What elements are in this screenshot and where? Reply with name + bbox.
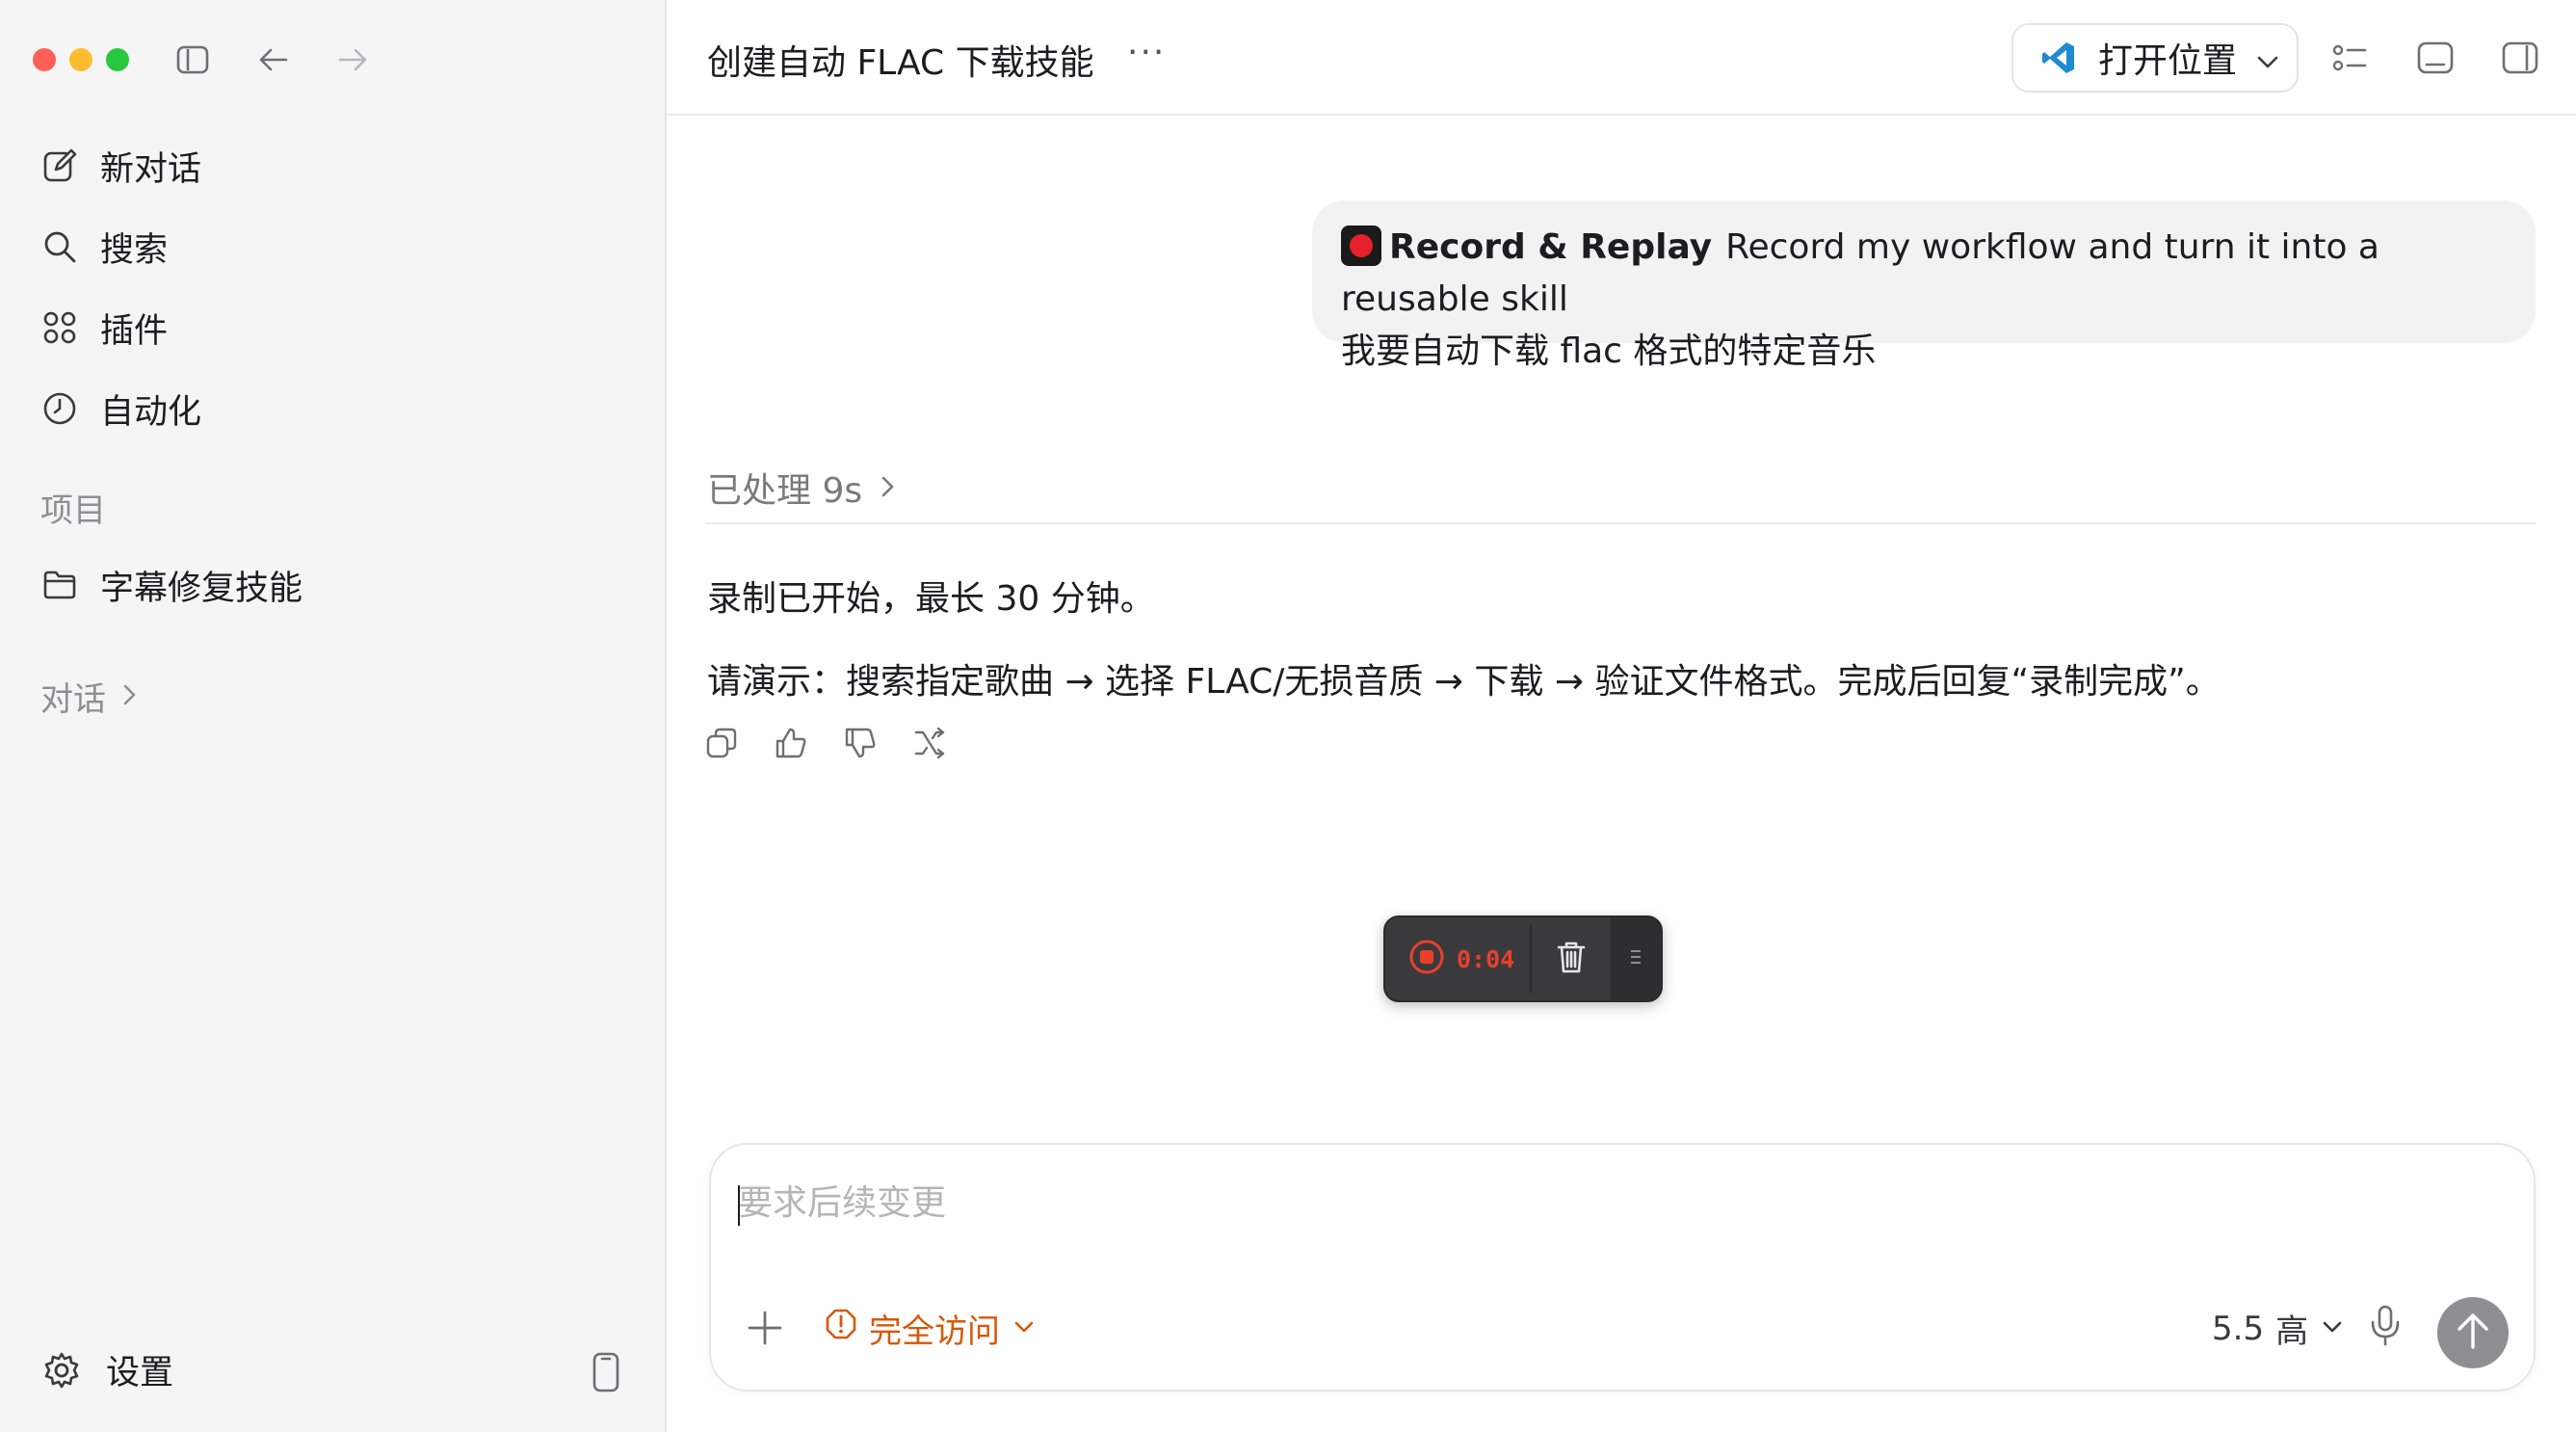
open-location-label: 打开位置 <box>2098 41 2238 81</box>
chevron-down-icon <box>2320 1310 2345 1348</box>
grip-icon <box>1629 945 1643 972</box>
arrow-up-icon <box>2455 1311 2491 1355</box>
user-message-text: 我要自动下载 flac 格式的特定音乐 <box>1341 331 1877 371</box>
task-list-icon[interactable] <box>2329 37 2372 79</box>
copy-icon[interactable] <box>701 723 742 763</box>
microphone-button[interactable] <box>2364 1301 2406 1349</box>
open-location-button[interactable]: 打开位置 <box>2011 23 2299 93</box>
gear-icon <box>39 1347 85 1393</box>
sidebar-item-plugins[interactable]: 插件 <box>39 287 636 368</box>
search-icon <box>39 225 81 268</box>
fork-icon[interactable] <box>909 723 950 763</box>
more-options-button[interactable]: ··· <box>1127 33 1166 72</box>
access-mode-label: 完全访问 <box>869 1313 1000 1351</box>
project-item-label: 字幕修复技能 <box>100 569 303 608</box>
phone-icon[interactable] <box>590 1351 622 1393</box>
record-replay-icon <box>1341 225 1381 266</box>
chevron-down-icon <box>1012 1310 1037 1348</box>
clock-icon <box>39 387 81 430</box>
microphone-icon <box>2364 1305 2406 1353</box>
folder-icon <box>39 564 81 606</box>
edit-icon <box>39 145 81 187</box>
sidebar-toggle-icon[interactable] <box>173 40 212 79</box>
chevron-right-icon <box>878 468 897 508</box>
sidebar-item-automation[interactable]: 自动化 <box>39 368 636 449</box>
assistant-reply-line: 录制已开始，最长 30 分钟。 <box>707 579 1155 619</box>
bottom-panel-toggle-icon[interactable] <box>2414 37 2457 79</box>
user-message-bubble: Record & Replay Record my workflow and tu… <box>1312 200 2536 371</box>
processed-toggle[interactable]: 已处理 9s <box>707 463 897 513</box>
message-actions <box>701 723 950 763</box>
sidebar-item-new-chat[interactable]: 新对话 <box>39 125 636 206</box>
top-bar: 创建自动 FLAC 下载技能 ··· 打开位置 <box>667 0 2576 116</box>
close-window-button[interactable] <box>33 48 56 71</box>
sidebar-item-label: 搜索 <box>100 230 169 270</box>
user-message-skill-line: Record & Replay Record my workflow and tu… <box>1341 222 2507 326</box>
thumbs-up-icon[interactable] <box>771 723 811 763</box>
forward-arrow-icon[interactable] <box>333 40 372 79</box>
window-controls <box>33 48 129 71</box>
sidebar-item-search[interactable]: 搜索 <box>39 206 636 287</box>
assistant-reply-line: 请演示：搜索指定歌曲 → 选择 FLAC/无损音质 → 下载 → 验证文件格式。… <box>707 662 2221 702</box>
settings-label: 设置 <box>106 1354 174 1392</box>
composer: 完全访问 5.5 高 <box>709 1143 2536 1392</box>
thumbs-down-icon[interactable] <box>840 723 881 763</box>
right-panel-toggle-icon[interactable] <box>2499 37 2541 79</box>
projects-section-label: 项目 <box>40 491 106 530</box>
stop-recording-button[interactable]: 0:04 <box>1385 917 1530 1000</box>
follow-up-input[interactable] <box>738 1174 2472 1232</box>
conversation-title: 创建自动 FLAC 下载技能 <box>707 43 1094 83</box>
recording-timer: 0:04 <box>1457 944 1515 973</box>
model-selector[interactable]: 5.5 高 <box>2212 1305 2345 1352</box>
conversations-section-toggle[interactable]: 对话 <box>40 673 139 720</box>
sidebar: 新对话 搜索 插件 自动化 项目 字幕修复技能 对话 设置 <box>0 0 667 1432</box>
add-attachment-button[interactable] <box>746 1309 784 1347</box>
send-button[interactable] <box>2437 1297 2509 1368</box>
plugins-icon <box>39 306 81 349</box>
app-window: 新对话 搜索 插件 自动化 项目 字幕修复技能 对话 设置 创建自动 FLAC … <box>0 0 2576 1432</box>
zoom-window-button[interactable] <box>106 48 129 71</box>
discard-recording-button[interactable] <box>1532 917 1611 1000</box>
chevron-right-icon <box>119 677 139 716</box>
chevron-down-icon <box>2254 44 2281 71</box>
project-item-subtitle-fix[interactable]: 字幕修复技能 <box>39 551 302 619</box>
trash-icon <box>1556 940 1587 978</box>
model-effort: 高 <box>2275 1313 2309 1351</box>
sidebar-item-label: 自动化 <box>100 392 202 432</box>
vscode-icon <box>2040 40 2077 76</box>
access-mode-dropdown[interactable]: 完全访问 <box>825 1305 1037 1352</box>
settings-button[interactable]: 设置 <box>39 1345 173 1394</box>
text-caret <box>738 1185 740 1226</box>
processed-label: 已处理 9s <box>707 471 863 511</box>
minimize-window-button[interactable] <box>69 48 92 71</box>
sidebar-item-label: 插件 <box>100 311 169 351</box>
sidebar-nav: 新对话 搜索 插件 自动化 <box>39 125 636 449</box>
recording-widget: 0:04 <box>1383 915 1663 1002</box>
plus-icon <box>746 1311 784 1351</box>
stop-record-icon <box>1408 939 1445 979</box>
main-panel: 创建自动 FLAC 下载技能 ··· 打开位置 Record & Replay … <box>667 0 2576 1432</box>
divider <box>705 522 2536 524</box>
drag-handle[interactable] <box>1611 917 1661 1000</box>
warning-icon <box>825 1308 857 1349</box>
back-arrow-icon[interactable] <box>254 40 293 79</box>
skill-name: Record & Replay <box>1389 227 1713 267</box>
model-version: 5.5 <box>2212 1309 2265 1348</box>
sidebar-item-label: 新对话 <box>100 149 202 189</box>
